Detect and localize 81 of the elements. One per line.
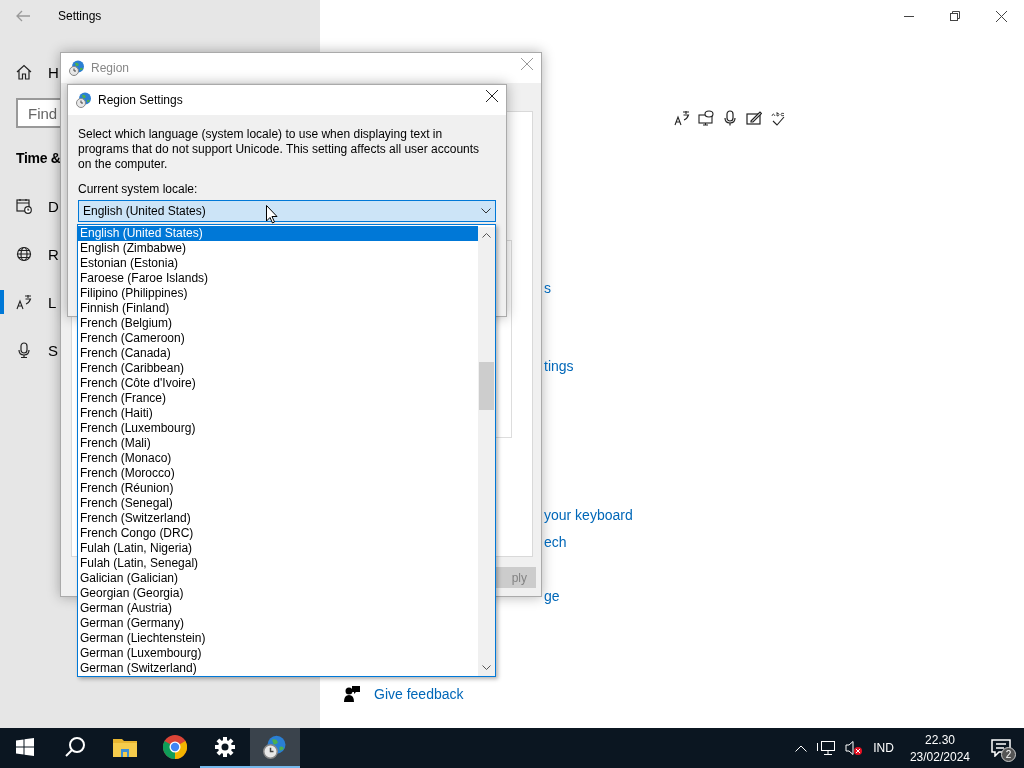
search-icon[interactable] [64, 736, 86, 758]
list-option[interactable]: French (Caribbean) [78, 361, 478, 376]
list-option[interactable]: French (Belgium) [78, 316, 478, 331]
locale-dropdown[interactable]: English (United States) [78, 200, 496, 222]
clock[interactable]: 22.30 23/02/2024 [903, 732, 976, 764]
nav-item[interactable]: S [0, 326, 58, 374]
microphone-icon [16, 342, 32, 358]
list-option[interactable]: Fulah (Latin, Nigeria) [78, 541, 478, 556]
language-icon [16, 294, 32, 310]
settings-link[interactable]: s [544, 280, 551, 296]
list-option[interactable]: German (Austria) [78, 601, 478, 616]
scroll-down-icon[interactable] [482, 665, 491, 670]
nav-item[interactable]: H [48, 63, 59, 81]
muted-speaker-icon[interactable] [845, 740, 864, 756]
globe-icon [76, 92, 92, 108]
feedback-icon[interactable] [344, 686, 360, 702]
close-icon[interactable] [995, 10, 1007, 22]
list-option[interactable]: English (United States) [78, 226, 478, 241]
list-option[interactable]: English (Zimbabwe) [78, 241, 478, 256]
spellcheck-icon [770, 110, 786, 126]
settings-link[interactable]: ech [544, 534, 567, 550]
list-option[interactable]: Filipino (Philippines) [78, 286, 478, 301]
list-option[interactable]: German (Switzerland) [78, 661, 478, 676]
feedback-link[interactable]: Give feedback [374, 686, 464, 702]
list-option[interactable]: French (Luxembourg) [78, 421, 478, 436]
list-option[interactable]: Galician (Galician) [78, 571, 478, 586]
globe-icon [16, 246, 32, 262]
language-indicator[interactable]: IND [873, 741, 894, 755]
list-option[interactable]: French (France) [78, 391, 478, 406]
list-option[interactable]: French (Cameroon) [78, 331, 478, 346]
close-button[interactable] [486, 90, 498, 102]
field-label: Current system locale: [77, 181, 199, 198]
nav-item[interactable]: R [0, 230, 59, 278]
chevron-up-icon[interactable] [795, 744, 808, 752]
list-option[interactable]: French (Morocco) [78, 466, 478, 481]
list-option[interactable]: French (Canada) [78, 346, 478, 361]
chrome-icon[interactable] [163, 735, 187, 759]
list-option[interactable]: German (Liechtenstein) [78, 631, 478, 646]
scroll-thumb[interactable] [479, 362, 494, 410]
speech-monitor-icon [698, 110, 714, 126]
nav-item[interactable]: L [0, 278, 57, 326]
list-option[interactable]: French (Mali) [78, 436, 478, 451]
pen-icon [746, 110, 762, 126]
list-option[interactable]: French (Côte d'Ivoire) [78, 376, 478, 391]
notification-button[interactable]: 2 [986, 733, 1016, 763]
list-option[interactable]: French (Switzerland) [78, 511, 478, 526]
chevron-icon [481, 208, 491, 214]
list-option[interactable]: Finnish (Finland) [78, 301, 478, 316]
section-heading: Time & [16, 150, 61, 166]
list-option[interactable]: French Congo (DRC) [78, 526, 478, 541]
settings-link[interactable]: ge [544, 588, 560, 604]
list-option[interactable]: German (Luxembourg) [78, 646, 478, 661]
home-icon[interactable] [16, 64, 32, 80]
minimize-icon[interactable] [904, 15, 914, 17]
calendar-icon [16, 198, 32, 214]
list-option[interactable]: Fulah (Latin, Senegal) [78, 556, 478, 571]
list-option[interactable]: French (Monaco) [78, 451, 478, 466]
list-option[interactable]: Estonian (Estonia) [78, 256, 478, 271]
network-icon[interactable] [817, 740, 836, 756]
list-option[interactable]: Faroese (Faroe Islands) [78, 271, 478, 286]
folder-icon[interactable] [113, 737, 137, 757]
settings-link[interactable]: tings [544, 358, 574, 374]
list-option[interactable]: French (Réunion) [78, 481, 478, 496]
list-option[interactable]: Georgian (Georgia) [78, 586, 478, 601]
description-text: Select which language (system locale) to use when displaying text in programs that do not support Unicode. This setting affects all user accounts on the computer. [77, 126, 481, 172]
window-title: Settings [58, 9, 102, 23]
list-option[interactable]: German (Germany) [78, 616, 478, 631]
restore-icon[interactable] [950, 11, 960, 21]
microphone-icon [722, 110, 738, 126]
scroll-up-icon[interactable] [482, 233, 491, 238]
windows-logo-icon[interactable] [16, 738, 34, 756]
nav-item[interactable]: D [0, 182, 59, 230]
settings-link[interactable]: your keyboard [544, 507, 633, 523]
scrollbar[interactable] [478, 227, 495, 676]
dialog-title: Region [91, 61, 130, 75]
language-icon [674, 110, 690, 126]
list-option[interactable]: French (Senegal) [78, 496, 478, 511]
dialog-title: Region Settings [98, 93, 183, 107]
globe-clock-icon [263, 735, 287, 759]
list-option[interactable]: French (Haiti) [78, 406, 478, 421]
globe-icon [69, 60, 85, 76]
